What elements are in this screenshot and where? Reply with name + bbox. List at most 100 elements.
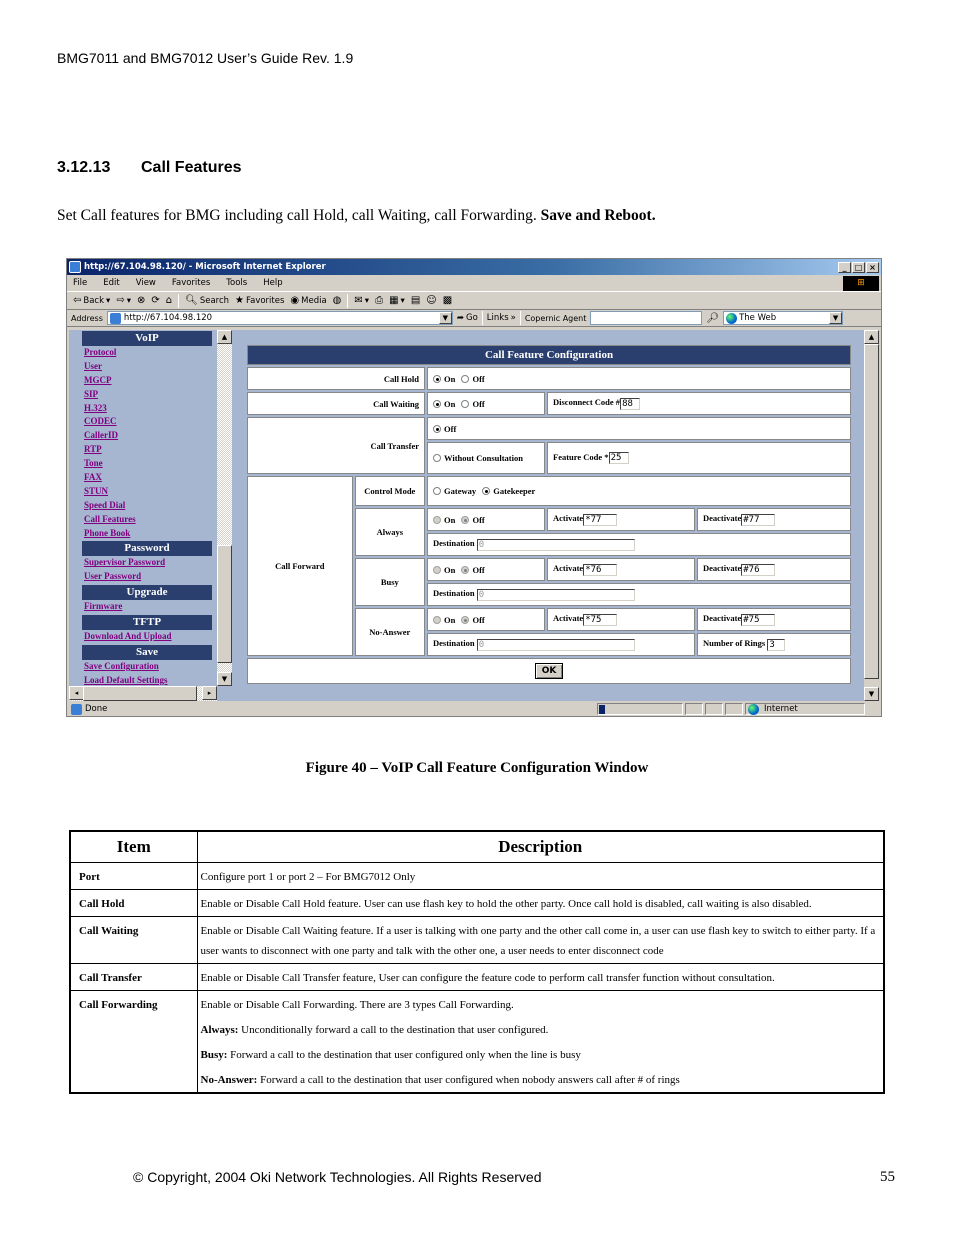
gatekeeper-radio[interactable] bbox=[482, 487, 491, 495]
always-deactivate-input[interactable]: #77 bbox=[741, 513, 776, 526]
mail-button[interactable]: ✉ ▾ bbox=[354, 295, 369, 306]
research-button[interactable]: ▩ bbox=[443, 295, 452, 306]
toolbar-separator bbox=[481, 311, 483, 325]
back-button[interactable]: ⇦ Back ▾ bbox=[73, 295, 110, 306]
call-hold-on-radio[interactable] bbox=[433, 374, 441, 383]
links-button[interactable]: Links » bbox=[487, 313, 516, 323]
call-transfer-without-radio[interactable] bbox=[433, 453, 441, 462]
nav-link-rtp[interactable]: RTP bbox=[84, 443, 233, 457]
maximize-button[interactable]: □ bbox=[852, 261, 865, 273]
busy-destination-input[interactable]: 0 bbox=[476, 588, 635, 601]
address-input[interactable]: http://67.104.98.120 ▼ bbox=[106, 311, 453, 325]
nav-link-tone[interactable]: Tone bbox=[84, 457, 233, 471]
messenger-button[interactable]: ☺ bbox=[426, 295, 436, 306]
nav-link-call-features[interactable]: Call Features bbox=[84, 513, 233, 527]
copyright-footer: © Copyright, 2004 Oki Network Technologi… bbox=[133, 1169, 542, 1185]
scroll-down-button[interactable]: ▼ bbox=[217, 672, 232, 686]
nav-link-phone-book[interactable]: Phone Book bbox=[84, 527, 233, 541]
nav-horizontal-scrollbar[interactable]: ◂ ▸ bbox=[69, 686, 217, 701]
content-scroll-down-button[interactable]: ▼ bbox=[864, 687, 879, 701]
menu-favorites[interactable]: Favorites bbox=[172, 278, 210, 288]
call-waiting-on-radio[interactable] bbox=[433, 399, 441, 408]
always-on-radio[interactable] bbox=[433, 515, 441, 524]
scroll-thumb[interactable] bbox=[217, 545, 232, 663]
menu-edit[interactable]: Edit bbox=[103, 278, 119, 288]
stop-button[interactable]: ⊗ bbox=[137, 295, 145, 306]
always-off-radio[interactable] bbox=[461, 515, 470, 524]
discuss-button[interactable]: ▤ bbox=[411, 295, 420, 306]
call-waiting-off-radio[interactable] bbox=[461, 399, 470, 408]
browser-window: http://67.104.98.120/ - Microsoft Intern… bbox=[66, 258, 882, 717]
nav-link-sip[interactable]: SIP bbox=[84, 388, 233, 402]
always-activate-input[interactable]: *77 bbox=[583, 513, 618, 526]
nav-vertical-scrollbar[interactable]: ▲ ▼ bbox=[217, 330, 232, 686]
nav-link-h-323[interactable]: H.323 bbox=[84, 402, 233, 416]
minimize-button[interactable]: _ bbox=[838, 261, 851, 273]
nav-link-codec[interactable]: CODEC bbox=[84, 415, 233, 429]
scroll-left-button[interactable]: ◂ bbox=[69, 686, 84, 700]
nav-link-user-password[interactable]: User Password bbox=[84, 570, 233, 584]
search-scope-select[interactable]: The Web ▼ bbox=[723, 311, 844, 325]
ok-cell: OK bbox=[247, 658, 851, 684]
menu-tools[interactable]: Tools bbox=[226, 278, 247, 288]
number-of-rings-input[interactable]: 3 bbox=[767, 638, 786, 651]
forward-button[interactable]: ⇨ ▾ bbox=[116, 295, 131, 306]
search-button[interactable]: 🔍︎ Search bbox=[185, 295, 229, 306]
edit-button[interactable]: ▦ ▾ bbox=[389, 295, 405, 306]
call-hold-off-radio[interactable] bbox=[461, 374, 470, 383]
media-button[interactable]: ◉ Media bbox=[290, 295, 326, 306]
no-answer-off-radio[interactable] bbox=[461, 615, 470, 624]
close-button[interactable]: × bbox=[866, 261, 879, 273]
copernic-search-input[interactable] bbox=[590, 311, 703, 325]
section-heading: 3.12.13 Call Features bbox=[57, 159, 241, 177]
nav-link-save-configuration[interactable]: Save Configuration bbox=[84, 660, 233, 674]
menu-view[interactable]: View bbox=[136, 278, 156, 288]
refresh-button[interactable]: ⟳ bbox=[151, 295, 159, 306]
gateway-radio[interactable] bbox=[433, 487, 441, 495]
content-scroll-up-button[interactable]: ▲ bbox=[864, 330, 879, 344]
disconnect-code-input[interactable]: 88 bbox=[620, 397, 641, 410]
no-answer-deactivate-input[interactable]: #75 bbox=[741, 613, 776, 626]
history-button[interactable]: ◍ bbox=[333, 295, 342, 306]
hscroll-thumb[interactable] bbox=[83, 686, 197, 701]
call-transfer-off-radio[interactable] bbox=[433, 424, 441, 433]
busy-off-radio[interactable] bbox=[461, 565, 470, 574]
always-destination-input[interactable]: 0 bbox=[476, 538, 635, 551]
no-answer-activate-input[interactable]: *75 bbox=[583, 613, 618, 626]
no-answer-destination-input[interactable]: 0 bbox=[476, 638, 635, 651]
copernic-search-button[interactable]: 🔎︎ bbox=[706, 313, 719, 324]
busy-activate-input[interactable]: *76 bbox=[583, 563, 618, 576]
busy-destination-cell: Destination 0 bbox=[427, 583, 851, 606]
scroll-up-button[interactable]: ▲ bbox=[217, 330, 232, 344]
no-answer-deactivate-cell: Deactivate #75 bbox=[697, 608, 851, 631]
go-button[interactable]: ➦ Go bbox=[457, 313, 478, 323]
copernic-label: Copernic Agent bbox=[524, 313, 587, 323]
nav-link-callerid[interactable]: CallerID bbox=[84, 429, 233, 443]
nav-link-protocol[interactable]: Protocol bbox=[84, 346, 233, 360]
scope-dropdown-button[interactable]: ▼ bbox=[829, 312, 843, 324]
nav-link-speed-dial[interactable]: Speed Dial bbox=[84, 499, 233, 513]
home-button[interactable]: ⌂ bbox=[166, 295, 172, 306]
feature-code-input[interactable]: 25 bbox=[608, 452, 629, 465]
no-answer-on-radio[interactable] bbox=[433, 615, 441, 624]
address-dropdown-button[interactable]: ▼ bbox=[438, 312, 452, 324]
content-scroll-thumb[interactable] bbox=[864, 344, 879, 679]
ok-button[interactable]: OK bbox=[534, 663, 564, 679]
nav-link-mgcp[interactable]: MGCP bbox=[84, 374, 233, 388]
favorites-button[interactable]: ★ Favorites bbox=[235, 295, 284, 306]
busy-on-radio[interactable] bbox=[433, 565, 441, 574]
content-vertical-scrollbar[interactable]: ▲ ▼ bbox=[864, 330, 879, 701]
nav-link-download-and-upload[interactable]: Download And Upload bbox=[84, 630, 233, 644]
intro-paragraph: Set Call features for BMG including call… bbox=[57, 207, 656, 225]
nav-link-fax[interactable]: FAX bbox=[84, 471, 233, 485]
menu-help[interactable]: Help bbox=[263, 278, 282, 288]
menu-file[interactable]: File bbox=[73, 278, 87, 288]
address-bar: Address http://67.104.98.120 ▼ ➦ Go Links… bbox=[67, 310, 881, 327]
scroll-right-button[interactable]: ▸ bbox=[202, 686, 217, 700]
nav-link-stun[interactable]: STUN bbox=[84, 485, 233, 499]
nav-link-user[interactable]: User bbox=[84, 360, 233, 374]
nav-link-firmware[interactable]: Firmware bbox=[84, 600, 233, 614]
print-button[interactable]: ⎙ bbox=[375, 295, 383, 306]
busy-deactivate-input[interactable]: #76 bbox=[741, 563, 776, 576]
nav-link-supervisor-password[interactable]: Supervisor Password bbox=[84, 556, 233, 570]
